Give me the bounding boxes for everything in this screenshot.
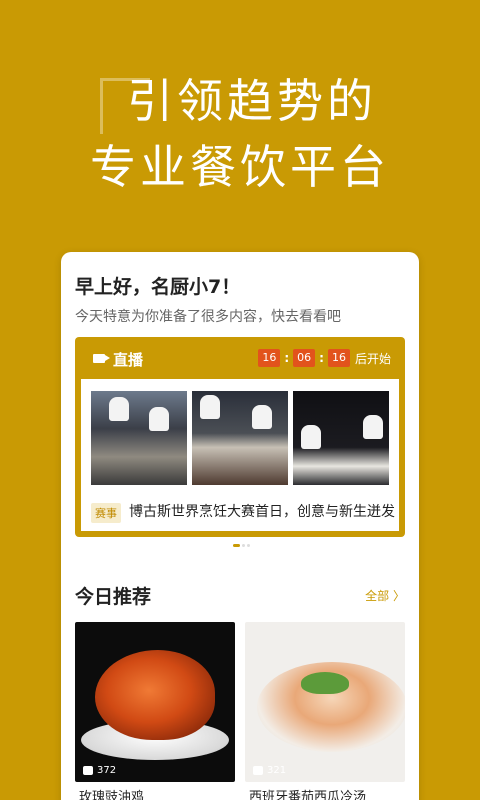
recommend-title: 今日推荐: [75, 586, 152, 608]
timer-minutes: 06: [293, 349, 316, 367]
hero-line-2: 专业餐饮平台: [90, 140, 390, 194]
live-thumbnail-3[interactable]: [293, 391, 389, 485]
carousel-dot-active: [233, 544, 240, 547]
recipe-card-2[interactable]: 321: [245, 622, 405, 782]
chef-figure: [363, 415, 383, 439]
hero-banner: 引领趋势的 专业餐饮平台: [0, 70, 480, 198]
live-section[interactable]: 直播 16 : 06 : 16 后开始 赛事 博古斯世界烹饪大赛首日，创意与新生…: [75, 337, 405, 537]
carousel-dot: [247, 544, 250, 547]
carousel-indicator: [233, 544, 252, 547]
live-thumbnail-2[interactable]: [192, 391, 288, 485]
timer-suffix: 后开始: [354, 351, 391, 366]
live-headline[interactable]: 博古斯世界烹饪大赛首日，创意与新生迸发: [129, 501, 395, 521]
live-label: 直播: [113, 351, 144, 369]
greeting-subtitle: 今天特意为你准备了很多内容，快去看看吧: [75, 309, 341, 325]
like-count: 321: [253, 765, 286, 776]
garnish-image: [301, 672, 349, 694]
timer-separator: :: [319, 351, 324, 365]
thumbs-up-icon: [253, 766, 263, 775]
like-count-value: 372: [97, 765, 117, 776]
countdown-timer: 16 : 06 : 16 后开始: [258, 349, 391, 367]
bracket-decoration: [100, 78, 150, 134]
timer-hours: 16: [258, 349, 281, 367]
greeting-title: 早上好，名厨小7！: [75, 276, 241, 298]
event-tag: 赛事: [91, 503, 121, 523]
timer-seconds: 16: [327, 349, 350, 367]
live-content[interactable]: 赛事 博古斯世界烹饪大赛首日，创意与新生迸发: [81, 379, 399, 531]
thumbs-up-icon: [83, 766, 93, 775]
chef-figure: [149, 407, 169, 431]
video-camera-icon: [93, 354, 110, 363]
hero-line-1: 引领趋势的: [127, 74, 377, 128]
recipe-card-1[interactable]: 372: [75, 622, 235, 782]
home-card: 早上好，名厨小7！ 今天特意为你准备了很多内容，快去看看吧 直播 16 : 06…: [61, 252, 419, 800]
recipe-name-1[interactable]: 玫瑰豉油鸡: [79, 786, 144, 800]
chef-figure: [301, 425, 321, 449]
view-all-link[interactable]: 全部 〉: [365, 587, 405, 604]
live-thumbnail-1[interactable]: [91, 391, 187, 485]
like-count: 372: [83, 765, 116, 776]
dish-image: [95, 650, 215, 740]
chef-figure: [252, 405, 272, 429]
carousel-dot: [242, 544, 245, 547]
recipe-name-2[interactable]: 西班牙番茄西瓜冷汤: [249, 786, 366, 800]
chef-figure: [200, 395, 220, 419]
live-header: 直播 16 : 06 : 16 后开始: [75, 337, 405, 379]
like-count-value: 321: [267, 765, 287, 776]
timer-separator: :: [284, 351, 290, 365]
chef-figure: [109, 397, 129, 421]
